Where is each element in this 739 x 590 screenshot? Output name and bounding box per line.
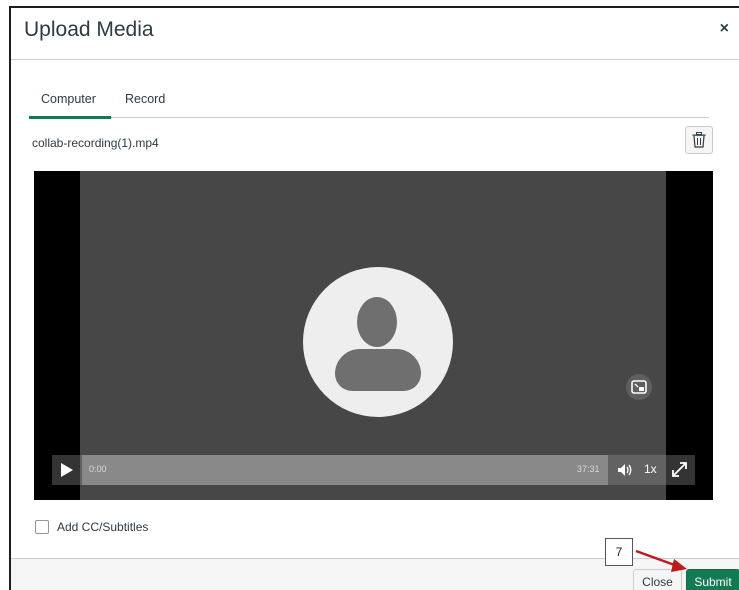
- delete-file-button[interactable]: [685, 126, 713, 154]
- annotation-arrow-icon: [635, 549, 687, 572]
- captions-checkbox[interactable]: [35, 520, 49, 534]
- picture-in-picture-button[interactable]: [626, 374, 652, 400]
- dialog-header: Upload Media ×: [11, 8, 739, 60]
- avatar-head: [357, 297, 397, 347]
- captions-row: Add CC/Subtitles: [35, 520, 148, 534]
- trash-icon: [692, 132, 706, 148]
- tab-computer[interactable]: Computer: [41, 92, 96, 106]
- picture-in-picture-icon: [631, 380, 647, 394]
- current-time: 0:00: [89, 464, 107, 474]
- file-name: collab-recording(1).mp4: [32, 136, 159, 150]
- tab-list: Computer Record: [29, 88, 709, 119]
- playback-speed[interactable]: 1x: [644, 462, 657, 476]
- volume-icon[interactable]: [617, 462, 633, 478]
- duration: 37:31: [577, 464, 600, 474]
- video-stage: [80, 171, 666, 500]
- avatar-placeholder-icon: [303, 267, 453, 417]
- play-icon[interactable]: [60, 462, 74, 478]
- video-player[interactable]: 0:00 37:31 1x: [34, 171, 713, 500]
- close-icon[interactable]: ×: [720, 20, 729, 38]
- fullscreen-icon[interactable]: [671, 461, 688, 478]
- progress-bar[interactable]: [82, 455, 608, 485]
- captions-label[interactable]: Add CC/Subtitles: [57, 520, 148, 534]
- upload-media-dialog: Upload Media × Computer Record collab-re…: [9, 6, 739, 590]
- step-badge: 7: [605, 538, 633, 566]
- avatar-body: [335, 349, 421, 391]
- active-tab-indicator: [29, 116, 111, 119]
- player-controls: 0:00 37:31 1x: [52, 455, 695, 485]
- tab-record[interactable]: Record: [125, 92, 165, 106]
- dialog-title: Upload Media: [24, 18, 154, 41]
